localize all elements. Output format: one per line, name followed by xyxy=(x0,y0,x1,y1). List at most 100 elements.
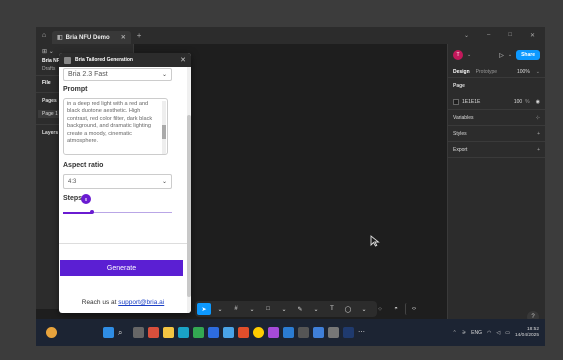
aspect-ratio-select[interactable]: 4:3 ⌄ xyxy=(63,174,172,189)
page-section-heading: Page xyxy=(448,78,545,94)
support-footer: Reach us at support@bria.ai xyxy=(59,299,187,306)
export-label: Export xyxy=(453,146,468,153)
chevron-down-icon[interactable]: ⌄ xyxy=(464,32,469,39)
figma-menu-icon[interactable]: ⊞ ⌄ xyxy=(42,48,54,55)
settings-icon[interactable] xyxy=(328,327,339,338)
share-button[interactable]: Share xyxy=(516,50,540,60)
more-icon[interactable]: ⋯ xyxy=(358,327,369,338)
pages-heading: Pages xyxy=(42,98,57,104)
wifi-icon[interactable]: ◠ xyxy=(487,330,491,336)
page-section-label: Page xyxy=(453,83,465,89)
close-icon[interactable]: ✕ xyxy=(180,56,186,64)
windows-start-icon[interactable] xyxy=(103,327,114,338)
tab-file-panel[interactable]: File xyxy=(42,80,51,86)
chevron-down-icon[interactable]: ⌄ xyxy=(309,303,323,315)
drafts-label[interactable]: Drafts xyxy=(42,66,55,72)
volume-icon[interactable]: ◁ xyxy=(496,330,500,336)
variables-label: Variables xyxy=(453,114,474,121)
steps-slider-thumb[interactable] xyxy=(90,210,95,214)
steps-slider[interactable] xyxy=(63,210,172,214)
chevron-up-icon[interactable]: ⌃ xyxy=(452,330,456,336)
bg-opacity-value[interactable]: 100 xyxy=(514,99,522,105)
app-icon[interactable] xyxy=(208,327,219,338)
tab-prototype[interactable]: Prototype xyxy=(476,69,497,75)
chevron-down-icon[interactable]: ⌄ xyxy=(467,52,471,58)
plugin-icon[interactable]: ◓ xyxy=(389,303,403,315)
layers-heading: Layers xyxy=(42,130,59,136)
plus-icon[interactable]: + xyxy=(537,131,540,137)
file-name[interactable]: Bria NF xyxy=(42,58,60,64)
present-icon[interactable]: ▷ xyxy=(499,52,504,59)
tab-design[interactable]: Design xyxy=(453,69,470,75)
zoom-level[interactable]: 100% xyxy=(517,69,530,75)
maximize-button[interactable]: □ xyxy=(508,32,512,39)
steps-value-bubble: 8 xyxy=(81,194,91,204)
edge-icon[interactable] xyxy=(178,327,189,338)
app-icon[interactable] xyxy=(193,327,204,338)
sliders-icon[interactable]: ⊹ xyxy=(536,115,540,121)
window-controls: ⌄ – □ ✕ xyxy=(464,32,545,39)
battery-icon[interactable]: ▭ xyxy=(505,330,510,336)
figma-icon[interactable] xyxy=(268,327,279,338)
chevron-down-icon[interactable]: ⌄ xyxy=(536,69,540,75)
home-icon[interactable]: ⌂ xyxy=(36,32,52,39)
close-button[interactable]: ✕ xyxy=(530,32,535,39)
text-tool-icon[interactable]: T xyxy=(325,303,339,315)
chevron-down-icon[interactable]: ⌄ xyxy=(245,303,259,315)
app-icon[interactable] xyxy=(223,327,234,338)
minimize-button[interactable]: – xyxy=(487,32,490,39)
plugin-scroll-thumb[interactable] xyxy=(187,115,191,297)
comment-tool-icon[interactable]: ◯ xyxy=(341,303,355,315)
network-icon[interactable]: ⚞ xyxy=(462,330,466,336)
prompt-scrollbar[interactable] xyxy=(162,101,166,154)
avatar[interactable]: T xyxy=(453,50,463,60)
title-bar: ⌂ ◧ Bria NFU Demo ✕ + ⌄ – □ ✕ xyxy=(36,27,545,44)
new-tab-button[interactable]: + xyxy=(137,31,142,40)
variables-section[interactable]: Variables ⊹ xyxy=(448,110,545,126)
vscode-icon[interactable] xyxy=(283,327,294,338)
photoshop-icon[interactable] xyxy=(343,327,354,338)
weather-icon[interactable] xyxy=(46,327,57,338)
aspect-ratio-label: Aspect ratio xyxy=(63,162,104,169)
system-tray: ⌃ ⚞ ENG ◠ ◁ ▭ 18:52 14/04/2025 xyxy=(452,319,539,346)
dev-mode-icon[interactable]: ‹› xyxy=(405,303,419,315)
tab-close-icon[interactable]: ✕ xyxy=(121,34,126,41)
styles-section[interactable]: Styles + xyxy=(448,126,545,142)
eye-icon[interactable]: ◉ xyxy=(536,99,540,105)
search-icon[interactable]: ⌕ xyxy=(118,327,129,338)
generate-button[interactable]: Generate xyxy=(60,260,183,276)
chevron-down-icon[interactable]: ⌄ xyxy=(357,303,371,315)
language-indicator[interactable]: ENG xyxy=(471,330,482,336)
color-swatch[interactable] xyxy=(453,98,459,105)
chevron-down-icon[interactable]: ⌄ xyxy=(277,303,291,315)
prompt-label: Prompt xyxy=(63,86,88,93)
actions-icon[interactable]: ⁘ xyxy=(373,303,387,315)
app-icon[interactable] xyxy=(148,327,159,338)
task-view-icon[interactable] xyxy=(133,327,144,338)
move-tool-icon[interactable]: ➤ xyxy=(197,303,211,315)
export-section[interactable]: Export + xyxy=(448,142,545,158)
plugin-scrollbar[interactable] xyxy=(187,67,191,313)
plus-icon[interactable]: + xyxy=(537,147,540,153)
mouse-cursor-icon xyxy=(370,235,380,247)
prompt-scroll-thumb[interactable] xyxy=(162,125,166,139)
prompt-textarea[interactable]: in a deep red light with a red and black… xyxy=(63,98,168,155)
model-select[interactable]: Bria 2.3 Fast ⌄ xyxy=(63,68,172,81)
rectangle-tool-icon[interactable]: □ xyxy=(261,303,275,315)
clock[interactable]: 18:52 14/04/2025 xyxy=(515,327,539,339)
aspect-ratio-value: 4:3 xyxy=(68,178,77,185)
chevron-down-icon: ⌄ xyxy=(161,179,167,185)
app-icon[interactable] xyxy=(238,327,249,338)
support-email-link[interactable]: support@bria.ai xyxy=(118,299,164,306)
chrome-icon[interactable] xyxy=(253,327,264,338)
terminal-icon[interactable] xyxy=(298,327,309,338)
bg-hex-value[interactable]: 1E1E1E xyxy=(462,99,480,105)
app-icon[interactable] xyxy=(313,327,324,338)
chevron-down-icon[interactable]: ⌄ xyxy=(508,52,512,58)
file-explorer-icon[interactable] xyxy=(163,327,174,338)
frame-tool-icon[interactable]: # xyxy=(229,303,243,315)
pen-tool-icon[interactable]: ✎ xyxy=(293,303,307,315)
design-tabs: Design Prototype 100% ⌄ xyxy=(448,66,545,78)
tab-file[interactable]: ◧ Bria NFU Demo ✕ xyxy=(52,31,131,44)
chevron-down-icon[interactable]: ⌄ xyxy=(213,303,227,315)
